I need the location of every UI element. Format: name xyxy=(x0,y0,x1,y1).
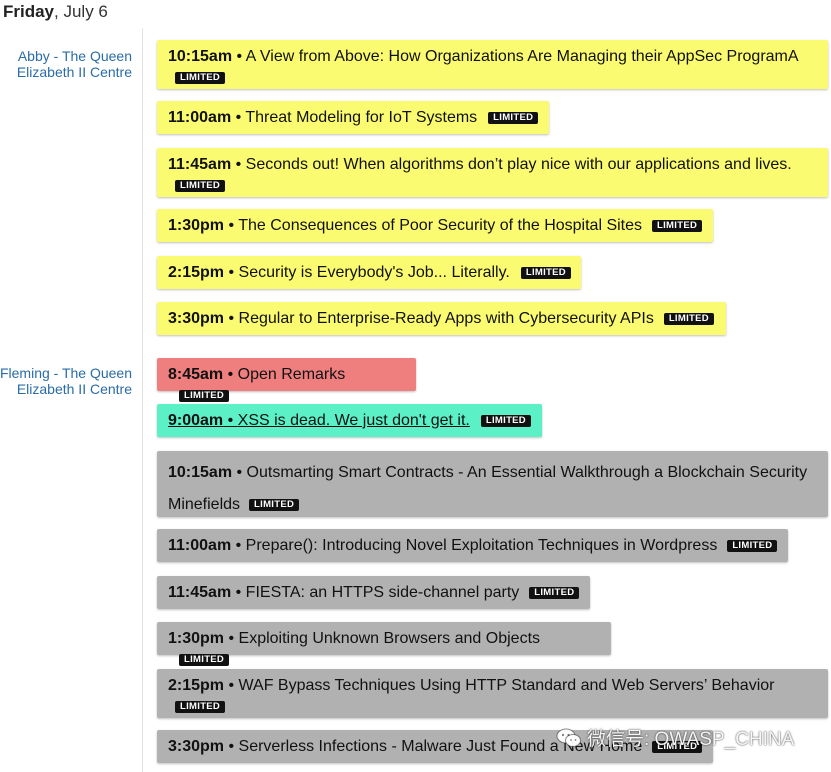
session-title[interactable]: Security is Everybody's Job... Literally… xyxy=(239,264,510,281)
session-card[interactable]: 8:45am • Open Remarks LIMITED xyxy=(157,358,416,402)
watermark-text: 微信号: OWASP_CHINA xyxy=(587,729,795,750)
session-card[interactable]: 11:45am • Seconds out! When algorithms d… xyxy=(157,148,828,197)
session-title[interactable]: Exploiting Unknown Browsers and Objects xyxy=(239,630,540,647)
wechat-icon xyxy=(556,728,581,747)
session-time: 11:45am xyxy=(168,584,232,601)
session-separator: • xyxy=(224,264,239,281)
session-time: 8:45am xyxy=(168,366,224,383)
session-link[interactable]: 9:00am • XSS is dead. We just don't get … xyxy=(168,412,470,429)
day-weekday: Friday xyxy=(3,2,55,21)
column-divider xyxy=(142,28,143,772)
limited-badge: LIMITED xyxy=(488,112,539,124)
day-header: Friday, July 6 xyxy=(3,2,108,22)
session-card[interactable]: 11:00am • Threat Modeling for IoT System… xyxy=(157,101,549,134)
limited-badge: LIMITED xyxy=(175,72,226,84)
limited-badge: LIMITED xyxy=(249,499,300,511)
session-card[interactable]: 1:30pm • Exploiting Unknown Browsers and… xyxy=(157,622,611,666)
session-separator: • xyxy=(231,537,246,554)
venue-fleming[interactable]: Fleming - The Queen Elizabeth II Centre xyxy=(0,365,132,397)
session-time: 10:15am xyxy=(168,48,233,65)
session-title[interactable]: The Consequences of Poor Security of the… xyxy=(238,217,642,234)
session-title[interactable]: Prepare(): Introducing Novel Exploitatio… xyxy=(246,537,718,554)
limited-badge: LIMITED xyxy=(179,390,230,402)
session-separator: • xyxy=(224,738,239,755)
session-title[interactable]: A View from Above: How Organizations Are… xyxy=(246,48,799,65)
limited-badge: LIMITED xyxy=(652,220,703,232)
session-time: 9:00am xyxy=(168,412,224,429)
session-time: 11:45am xyxy=(168,156,232,173)
session-card[interactable]: 1:30pm • The Consequences of Poor Securi… xyxy=(157,209,713,242)
session-separator: • xyxy=(231,156,246,173)
session-card[interactable]: 3:30pm • Regular to Enterprise-Ready App… xyxy=(157,302,726,335)
session-time: 10:15am xyxy=(168,464,233,481)
session-time: 3:30pm xyxy=(168,738,225,755)
session-time: 11:00am xyxy=(168,109,232,126)
day-date: , July 6 xyxy=(54,2,108,21)
session-time: 11:00am xyxy=(168,537,232,554)
session-separator: • xyxy=(224,630,239,647)
session-card[interactable]: 10:15am • Outsmarting Smart Contracts - … xyxy=(157,451,828,517)
session-time: 2:15pm xyxy=(168,677,225,694)
session-separator: • xyxy=(231,109,246,126)
session-title[interactable]: Open Remarks xyxy=(238,366,346,383)
session-separator: • xyxy=(224,677,239,694)
venue-fleming-link[interactable]: Fleming - The Queen Elizabeth II Centre xyxy=(0,365,132,397)
session-time: 2:15pm xyxy=(168,264,225,281)
limited-badge: LIMITED xyxy=(520,267,571,279)
limited-badge: LIMITED xyxy=(179,654,230,666)
session-card[interactable]: 9:00am • XSS is dead. We just don't get … xyxy=(157,404,542,437)
limited-badge: LIMITED xyxy=(175,180,226,192)
session-separator: • xyxy=(231,584,246,601)
session-time: 3:30pm xyxy=(168,310,225,327)
session-title[interactable]: Seconds out! When algorithms don’t play … xyxy=(246,156,792,173)
session-separator: • xyxy=(224,310,239,327)
limited-badge: LIMITED xyxy=(663,313,714,325)
session-time: 1:30pm xyxy=(168,630,225,647)
session-card[interactable]: 2:15pm • WAF Bypass Techniques Using HTT… xyxy=(157,669,828,718)
session-title[interactable]: Regular to Enterprise-Ready Apps with Cy… xyxy=(239,310,654,327)
limited-badge: LIMITED xyxy=(480,415,531,427)
limited-badge: LIMITED xyxy=(175,701,226,713)
session-card[interactable]: 11:00am • Prepare(): Introducing Novel E… xyxy=(157,529,788,562)
limited-badge: LIMITED xyxy=(529,587,580,599)
session-title[interactable]: Threat Modeling for IoT Systems xyxy=(245,109,477,126)
session-title[interactable]: WAF Bypass Techniques Using HTTP Standar… xyxy=(239,677,775,694)
session-separator: • xyxy=(223,412,238,429)
session-title[interactable]: XSS is dead. We just don't get it. xyxy=(238,412,470,429)
session-separator: • xyxy=(232,48,246,65)
venue-abby-link[interactable]: Abby - The Queen Elizabeth II Centre xyxy=(7,48,132,80)
session-separator: • xyxy=(232,464,247,481)
session-time: 1:30pm xyxy=(168,217,225,234)
session-title[interactable]: FIESTA: an HTTPS side-channel party xyxy=(246,584,520,601)
session-separator: • xyxy=(223,366,238,383)
limited-badge: LIMITED xyxy=(727,540,778,552)
session-card[interactable]: 2:15pm • Security is Everybody's Job... … xyxy=(157,256,581,289)
session-card[interactable]: 10:15am • A View from Above: How Organiz… xyxy=(157,40,828,89)
session-card[interactable]: 11:45am • FIESTA: an HTTPS side-channel … xyxy=(157,576,590,609)
venue-abby[interactable]: Abby - The Queen Elizabeth II Centre xyxy=(7,48,132,80)
watermark: 微信号: OWASP_CHINA xyxy=(556,724,794,751)
session-separator: • xyxy=(224,217,239,234)
